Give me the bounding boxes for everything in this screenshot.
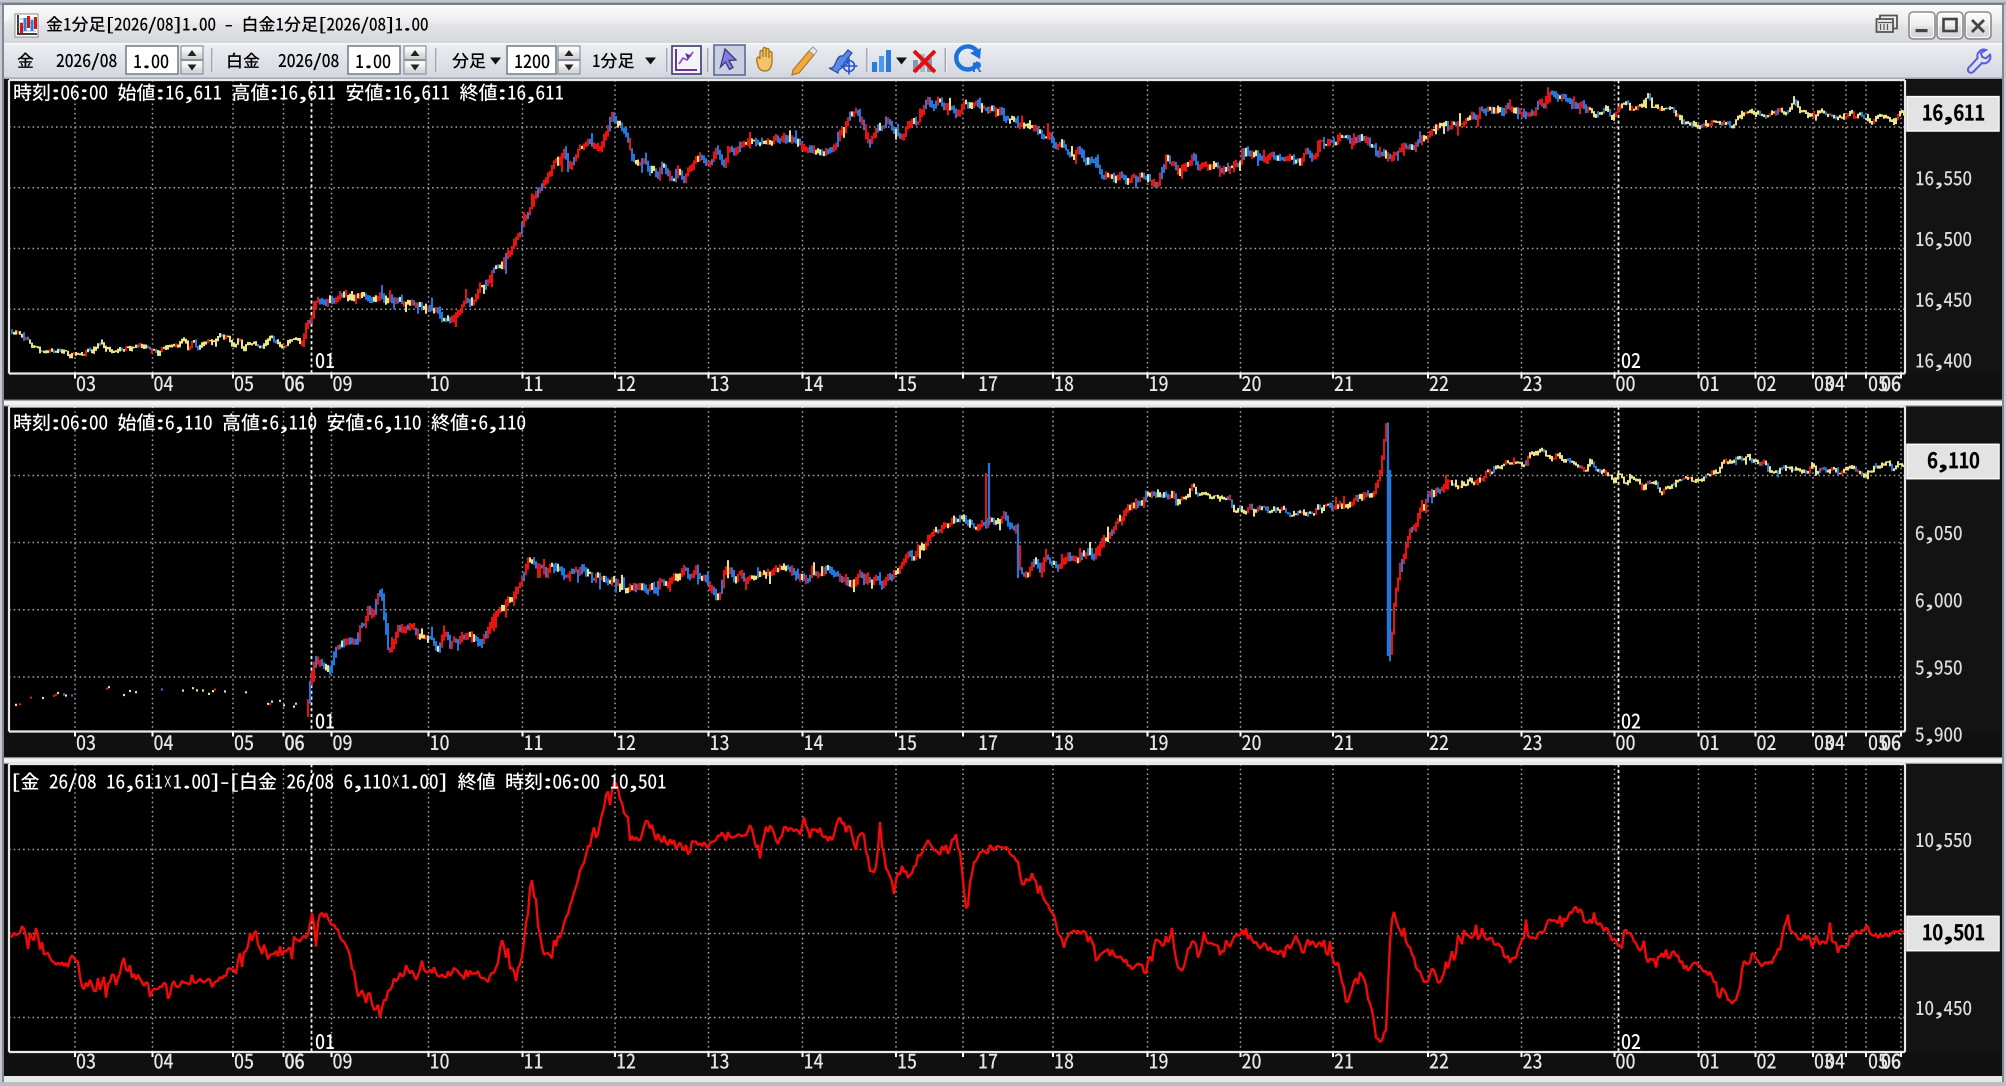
svg-text:R: R — [972, 60, 982, 75]
